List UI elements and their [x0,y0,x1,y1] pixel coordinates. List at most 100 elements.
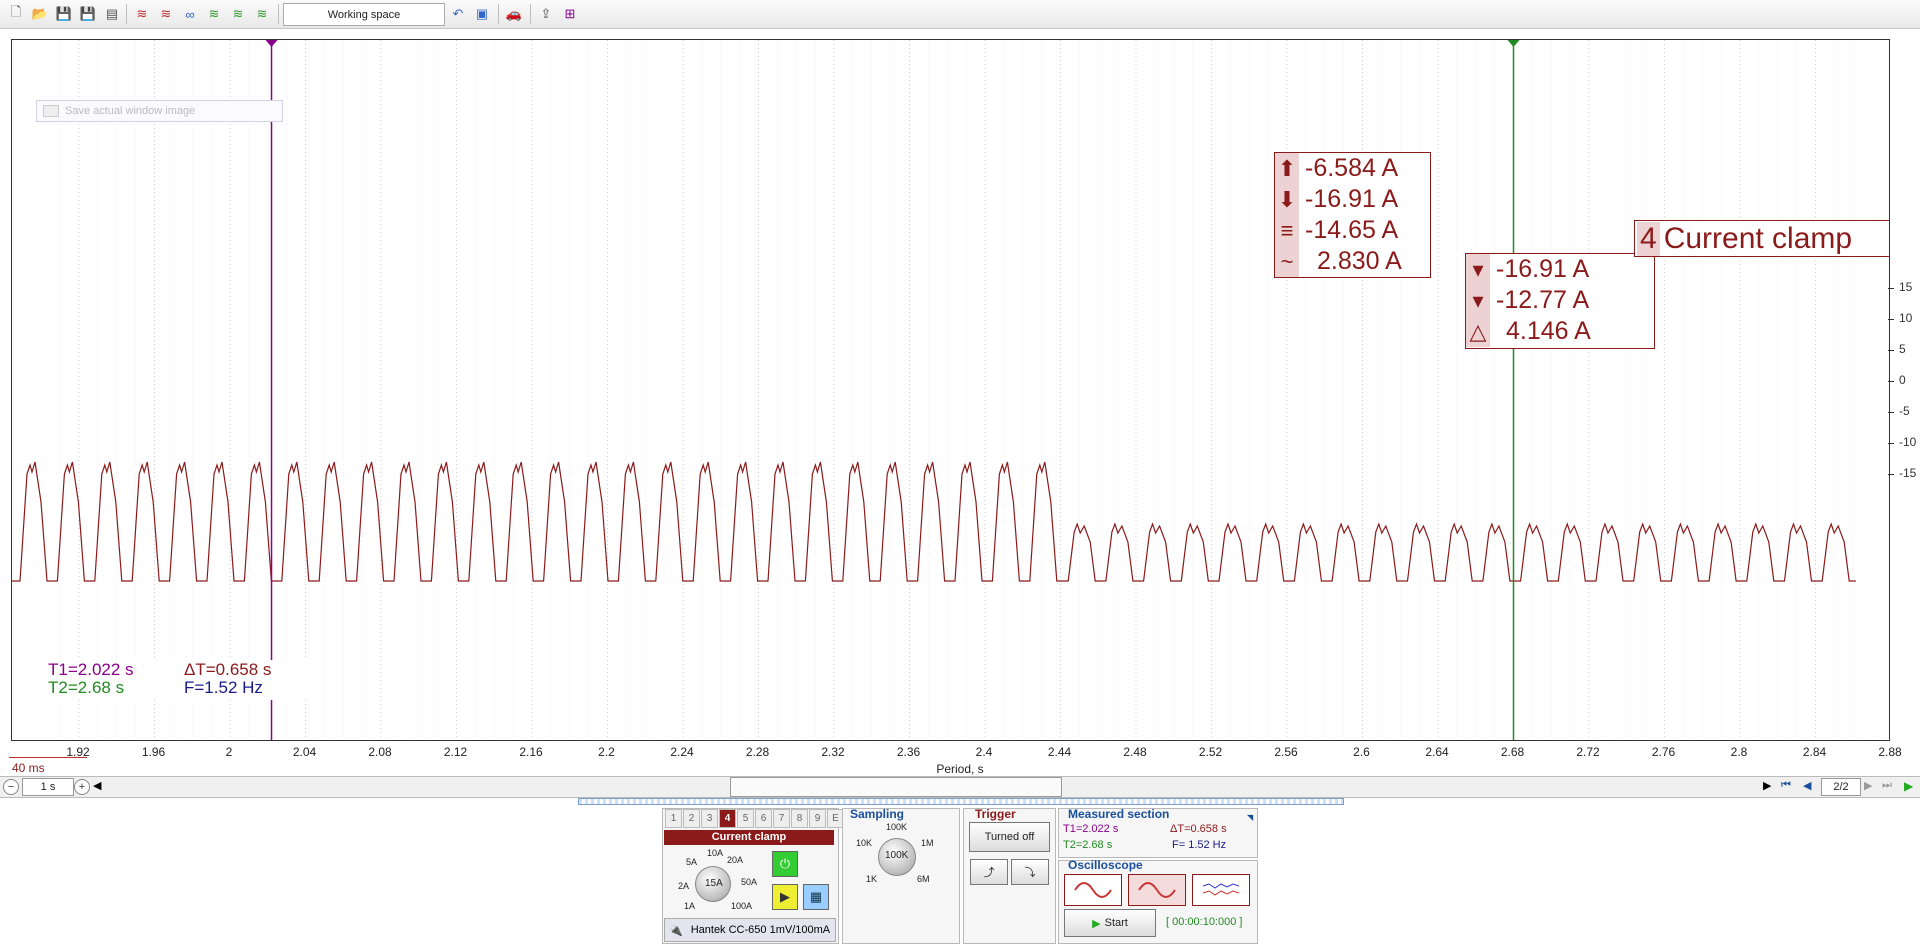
navigation-bar: − 1 s + ◀ ▶ ⏮ ◀ 2/2 ▶ ⏭ ▶ [0,776,1920,798]
channel-tab-9[interactable]: 9 [809,809,826,828]
scroll-left-icon[interactable]: ◀ [93,779,101,792]
x-tick-label: 2.4 [975,745,993,759]
x-tick-label: 2.48 [1123,745,1147,759]
channels-check3-icon[interactable]: ≋ [252,4,272,24]
timebase-value: 1 s [40,781,56,793]
car-icon[interactable]: 🚗 [504,4,524,24]
channel-number: 4 [1637,221,1660,256]
last-page-icon[interactable]: ⏭ [1882,779,1892,792]
cursor2-value: -12.77 A [1496,286,1590,314]
rising-edge-icon[interactable]: ⤴ [970,859,1008,885]
y-tick-label: 15 [1899,280,1913,294]
channel-tabs: 123456789E [665,809,845,828]
range-label-5a: 5A [686,857,698,867]
trigger-mode-button[interactable]: Turned off [969,822,1050,852]
zoom-out-icon[interactable]: − [3,779,19,795]
x-tick-label: 2.36 [896,745,921,759]
timer-readout: [ 00:00:10:000 ] [1166,916,1243,928]
x-tick-label: 2.12 [443,745,468,759]
export-icon[interactable]: ⇪ [536,4,556,24]
channel-tab-1[interactable]: 1 [665,809,682,828]
x-tick-label: 2.2 [598,745,615,759]
scroll-right-icon[interactable]: ▶ [1763,779,1771,792]
open-folder-icon[interactable]: 📂 [30,4,50,24]
sampling-label-1k: 1K [866,874,878,884]
trigger-title: Trigger [975,807,1016,821]
channel-label[interactable]: 4 Current clamp [1634,220,1889,257]
channels-off-icon[interactable]: ≋ [156,4,176,24]
save-as-icon[interactable]: 💾 [78,4,98,24]
horizontal-scroll-thumb[interactable] [730,777,1062,797]
measured-frequency: F= 1.52 Hz [1172,839,1227,851]
camera-icon [43,105,59,117]
channel-tab-8[interactable]: 8 [791,809,808,828]
sampling-label-100k: 100K [886,822,908,832]
calculator-icon[interactable]: ▦ [803,884,829,910]
channel-tab-5[interactable]: 5 [737,809,754,828]
measured-section-title: Measured section [1068,807,1170,821]
delta-t-readout: ΔT=0.658 s [184,660,272,679]
prev-page-icon[interactable]: ◀ [1803,779,1811,792]
save-window-image-button[interactable]: Save actual window image [36,100,283,122]
expand-corner-icon[interactable]: ◥ [1247,813,1253,822]
undo-icon[interactable]: ↶ [448,4,468,24]
multi-wave-mode-icon[interactable] [1192,874,1250,906]
x-tick-label: 2.44 [1047,745,1072,759]
channel-tab-2[interactable]: 2 [683,809,700,828]
measurement-box-cursors: ▾ -16.91 A ▾ -12.77 A △ 4.146 A [1465,253,1655,349]
trigger-mode-label: Turned off [984,831,1035,843]
range-label-20a: 20A [727,855,744,865]
timebase-field[interactable]: 1 s [22,778,74,796]
new-file-icon[interactable]: 🗋 [6,4,26,24]
first-page-icon[interactable]: ⏮ [1781,779,1791,792]
cursor-t1-marker-icon[interactable] [265,40,278,47]
cursor2-marker-icon: ▾ [1466,285,1490,316]
probe-selector[interactable]: 🔌 Hantek CC-650 1mV/100mA [664,918,836,942]
print-icon[interactable]: ▤ [102,4,122,24]
cursor-t2-marker-icon[interactable] [1507,40,1520,47]
y-tick-label: 5 [1899,342,1906,356]
channel-name: Current clamp [1663,221,1853,255]
fit-window-icon[interactable]: ⊞ [560,4,580,24]
y-tick-mark [1888,350,1894,351]
measured-t2: T2=2.68 s [1063,839,1113,851]
average-icon: ≡ [1275,215,1299,246]
y-tick-label: 10 [1899,311,1913,325]
save-workspace-icon[interactable]: ▣ [472,4,492,24]
probe-settings-icon[interactable]: ▶ [772,884,798,910]
channel-tab-6[interactable]: 6 [755,809,772,828]
channels-check2-icon[interactable]: ≋ [228,4,248,24]
x-tick-label: 2.32 [821,745,845,759]
channels-icon[interactable]: ≋ [132,4,152,24]
min-arrow-icon: ⬇ [1275,184,1299,215]
channel-tab-3[interactable]: 3 [701,809,718,828]
current-trace [12,461,1856,582]
x-tick-label: 2.68 [1500,745,1525,759]
falling-edge-icon[interactable]: ⤵ [1011,859,1049,885]
zoom-in-icon[interactable]: + [74,779,90,795]
start-button[interactable]: ▶ Start [1064,909,1156,937]
frequency-readout: F=1.52 Hz [184,678,263,697]
single-sine-mode-icon[interactable] [1064,874,1122,906]
next-page-icon[interactable]: ▶ [1864,779,1872,792]
max-arrow-icon: ⬆ [1275,153,1299,184]
channel-tab-4[interactable]: 4 [719,809,736,828]
channels-check-icon[interactable]: ≋ [204,4,224,24]
sampling-label-1m: 1M [921,838,934,848]
sine-mode-icon[interactable] [1128,874,1186,906]
x-axis-label: Period, s [936,762,984,776]
x-tick-label: 2.64 [1425,745,1449,759]
range-label-100a: 100A [731,901,753,911]
oscilloscope-plot[interactable]: Save actual window image ⬆ -6.584 A ⬇ -16.… [11,39,1890,741]
cursor-readout: T1=2.022 s T2=2.68 s ΔT=0.658 s F=1.52 H… [36,660,316,700]
x-tick-label: 2.56 [1274,745,1298,759]
channel-tab-7[interactable]: 7 [773,809,790,828]
channels-sync-icon[interactable]: ∞ [180,4,200,24]
panel-splitter[interactable] [578,798,1344,805]
play-icon[interactable]: ▶ [1904,779,1913,793]
average-value: -14.65 A [1305,216,1399,244]
power-icon[interactable]: ⏻ [772,851,798,877]
workspace-select[interactable]: Working space [283,3,445,26]
save-icon[interactable]: 💾 [54,4,74,24]
measurement-box-stats: ⬆ -6.584 A ⬇ -16.91 A ≡ -14.65 A ~2.830 A [1274,152,1431,278]
